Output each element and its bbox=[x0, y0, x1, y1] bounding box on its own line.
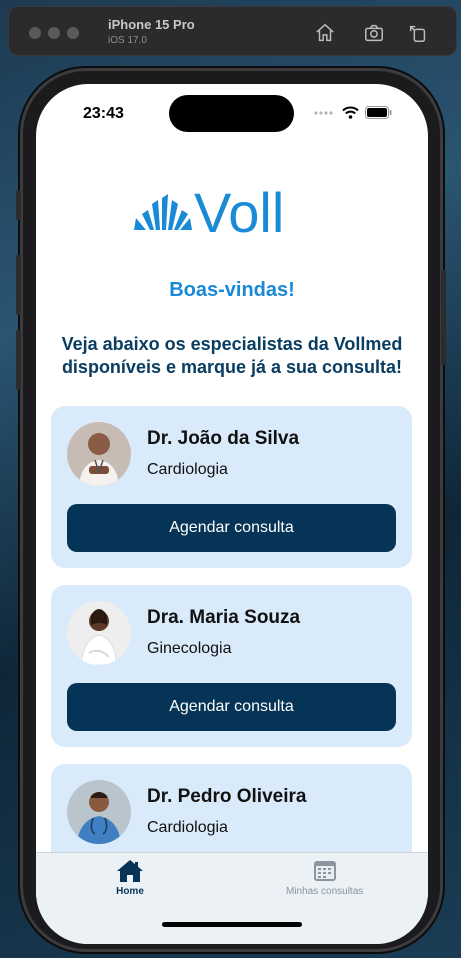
subtitle-text: Veja abaixo os especialistas da Vollmed … bbox=[61, 334, 403, 377]
voll-logo: Voll bbox=[134, 188, 284, 238]
zoom-window-button[interactable] bbox=[67, 27, 79, 39]
doctor-avatar bbox=[67, 422, 131, 486]
doctor-avatar bbox=[67, 601, 131, 665]
status-time: 23:43 bbox=[83, 105, 124, 122]
status-icons bbox=[314, 106, 392, 119]
dynamic-island bbox=[169, 95, 294, 132]
tab-home-label: Home bbox=[116, 886, 144, 897]
volume-down-button bbox=[16, 330, 21, 390]
home-icon bbox=[117, 860, 143, 882]
tab-home[interactable]: Home bbox=[116, 859, 144, 897]
logo-text: Voll bbox=[194, 188, 284, 238]
screenshot-icon[interactable] bbox=[363, 22, 385, 44]
calendar-icon bbox=[313, 861, 336, 881]
welcome-heading: Boas-vindas! bbox=[169, 279, 295, 301]
doctor-name: Dra. Maria Souza bbox=[147, 607, 301, 628]
action-button bbox=[16, 190, 21, 220]
close-window-button[interactable] bbox=[29, 27, 41, 39]
power-button bbox=[441, 270, 446, 365]
wifi-icon bbox=[342, 106, 359, 119]
home-button-icon[interactable] bbox=[314, 22, 336, 44]
schedule-appointment-button[interactable]: Agendar consulta bbox=[67, 504, 396, 552]
doctor-specialty: Cardiologia bbox=[147, 461, 228, 478]
rotate-icon[interactable] bbox=[407, 22, 429, 44]
doctor-specialty: Cardiologia bbox=[147, 819, 228, 836]
doctor-card: Dra. Maria Souza Ginecologia Agendar con… bbox=[51, 585, 412, 747]
doctor-card: Dr. João da Silva Cardiologia Agendar co… bbox=[51, 406, 412, 568]
signal-icon bbox=[314, 110, 333, 115]
app-screen: 23:43 Voll Boas-vindas! Veja abaixo os e… bbox=[36, 84, 428, 944]
home-indicator bbox=[162, 922, 302, 927]
schedule-appointment-button[interactable]: Agendar consulta bbox=[67, 683, 396, 731]
tab-bar: Home Minhas consultas bbox=[36, 852, 428, 944]
simulator-device-name: iPhone 15 Pro bbox=[108, 17, 195, 32]
simulator-toolbar: iPhone 15 Pro iOS 17.0 bbox=[8, 6, 457, 56]
doctor-name: Dr. João da Silva bbox=[147, 428, 300, 449]
minimize-window-button[interactable] bbox=[48, 27, 60, 39]
volume-up-button bbox=[16, 255, 21, 315]
doctor-name: Dr. Pedro Oliveira bbox=[147, 786, 307, 807]
doctor-specialty: Ginecologia bbox=[147, 640, 232, 657]
battery-icon bbox=[365, 106, 392, 119]
tab-my-appointments-label: Minhas consultas bbox=[286, 886, 364, 897]
tab-my-appointments[interactable]: Minhas consultas bbox=[286, 859, 363, 897]
simulator-os-version: iOS 17.0 bbox=[108, 35, 147, 46]
doctor-avatar bbox=[67, 780, 131, 844]
